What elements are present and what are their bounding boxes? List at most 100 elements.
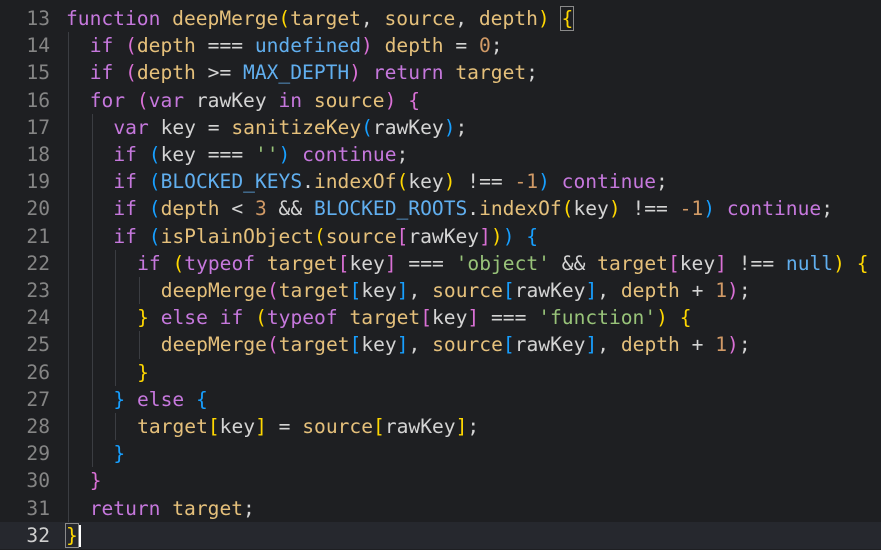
code-token: !== <box>726 251 786 275</box>
line-number: 26 <box>26 360 50 384</box>
code-token: ] <box>396 333 409 357</box>
indent-guide <box>68 358 69 386</box>
code-token: rawKey <box>408 224 480 248</box>
code-editor[interactable]: 13 function deepMerge(target, source, dep… <box>0 0 881 550</box>
code-token: } <box>137 306 149 330</box>
code-token: sanitizeKey <box>231 115 362 139</box>
code-token: return <box>372 61 444 85</box>
indent-guide <box>68 86 69 114</box>
code-line[interactable]: 22 if (typeof target[key] === 'object' &&… <box>0 249 881 277</box>
code-token: deepMerge <box>172 7 279 30</box>
code-token: key === <box>160 143 255 166</box>
code-token: ) <box>384 88 397 112</box>
code-line[interactable]: 30} <box>0 467 881 495</box>
code-text: target[key] = source[rawKey]; <box>137 413 479 440</box>
code-line[interactable]: 32} <box>0 521 881 549</box>
code-token: . <box>302 170 314 194</box>
indent-guide <box>68 304 69 332</box>
code-line[interactable]: 23 deepMerge(target[key], source[rawKey],… <box>0 277 881 305</box>
code-line[interactable]: 18 if (key === '') continue; <box>0 141 881 169</box>
code-token: { <box>408 88 420 112</box>
code-line[interactable]: 17 var key = sanitizeKey(rawKey); <box>0 113 881 141</box>
code-token: depth <box>160 197 220 221</box>
code-token: MAX_DEPTH <box>243 61 350 85</box>
code-token: && <box>266 197 314 221</box>
indent-guide <box>91 440 93 468</box>
code-line[interactable]: 20 if (depth < 3 && BLOCKED_ROOTS.indexOf… <box>0 195 881 223</box>
code-token: ; <box>467 415 480 438</box>
code-token: 1 <box>715 279 728 302</box>
indent-guide <box>68 413 69 441</box>
code-line[interactable]: 19 if (BLOCKED_KEYS.indexOf(key) !== -1) … <box>0 168 881 196</box>
code-token: source <box>432 333 503 357</box>
line-number: 27 <box>26 387 50 411</box>
code-text: function deepMerge(target, source, depth… <box>66 5 575 32</box>
code-line[interactable]: 24} else if (typeof target[key] === 'fun… <box>0 304 881 332</box>
code-line[interactable]: 21 if (isPlainObject(source[rawKey])) { <box>0 222 881 250</box>
code-token: } <box>113 442 126 466</box>
code-line[interactable]: 27 } else { <box>0 385 881 413</box>
code-token: var <box>113 115 149 139</box>
code-token: ) <box>443 115 456 139</box>
code-line[interactable]: 25 deepMerge(target[key], source[rawKey],… <box>0 331 881 359</box>
code-token: ; <box>455 115 468 139</box>
indent-guide <box>91 195 93 223</box>
code-token: target <box>278 279 350 302</box>
code-token: source <box>302 415 374 438</box>
code-token: [ <box>337 251 350 275</box>
code-token: 'function' <box>538 306 657 330</box>
code-line[interactable]: 29} <box>0 440 881 468</box>
indent-guide <box>68 195 69 223</box>
code-token: ( <box>136 88 149 112</box>
code-token: ( <box>172 251 185 275</box>
code-line[interactable]: 26} <box>0 358 881 386</box>
code-token: target <box>137 415 208 438</box>
code-token: rawKey <box>384 415 456 438</box>
indent-guide <box>139 277 141 305</box>
code-token: source <box>432 279 503 302</box>
code-token: target <box>266 251 338 275</box>
code-token: { <box>526 224 539 248</box>
indent-guide <box>91 304 93 332</box>
code-line[interactable]: 28 target[key] = source[rawKey]; <box>0 413 881 441</box>
code-token: depth <box>620 333 680 357</box>
code-text: if (BLOCKED_KEYS.indexOf(key) !== -1) co… <box>113 168 667 195</box>
code-token: ] <box>255 415 267 438</box>
indent-guide <box>68 440 69 468</box>
code-token: depth <box>478 7 538 30</box>
code-line[interactable]: 13 function deepMerge(target, source, dep… <box>0 5 881 32</box>
code-token: target <box>349 306 421 330</box>
code-token: [ <box>502 279 515 302</box>
line-number: 20 <box>26 197 50 221</box>
code-line[interactable]: 15 if (depth >= MAX_DEPTH) return target; <box>0 59 881 87</box>
code-token: source <box>384 7 456 30</box>
code-token: [ <box>502 333 515 357</box>
code-text: } else { <box>113 386 207 413</box>
indent-guide <box>68 385 69 413</box>
code-token: , <box>408 333 433 357</box>
code-token: if <box>113 197 137 221</box>
code-token: key <box>361 333 397 357</box>
code-line[interactable]: 16 for (var rawKey in source) { <box>0 86 881 114</box>
code-line[interactable]: 31 return target; <box>0 494 881 522</box>
code-token: [ <box>667 251 680 275</box>
code-token: === <box>396 251 456 275</box>
code-token: [ <box>349 333 362 357</box>
line-number: 24 <box>26 306 50 330</box>
code-token: = <box>443 34 479 58</box>
code-token: for <box>89 88 126 112</box>
code-line[interactable]: 14 if (depth === undefined) depth = 0; <box>0 32 881 60</box>
code-token: BLOCKED_KEYS <box>160 170 303 194</box>
code-token: ] <box>384 251 397 275</box>
code-token: var <box>148 88 185 112</box>
